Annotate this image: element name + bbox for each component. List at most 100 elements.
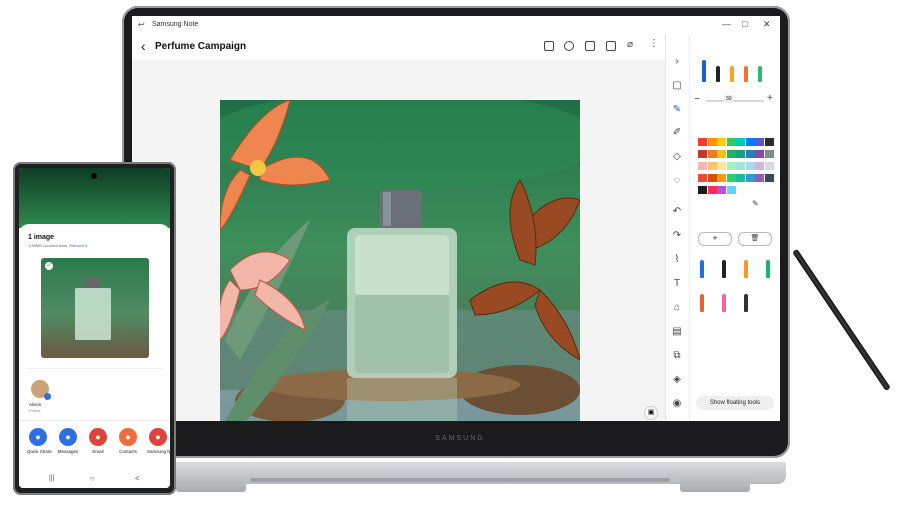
eyedropper-icon[interactable]: ✎ [752, 199, 759, 208]
color-swatch[interactable] [755, 138, 764, 146]
share-app-item[interactable]: ● Messages [57, 428, 79, 454]
color-swatch[interactable] [726, 186, 736, 194]
color-swatch[interactable] [736, 174, 745, 182]
preset-pen[interactable] [722, 294, 726, 312]
nav-home-icon[interactable]: ○ [90, 474, 95, 483]
page-settings-icon[interactable]: ▣ [644, 406, 658, 420]
color-swatch[interactable] [717, 162, 726, 170]
color-swatch[interactable] [717, 150, 726, 158]
color-swatch[interactable] [726, 162, 736, 170]
color-swatch[interactable] [726, 138, 736, 146]
color-swatch[interactable] [745, 162, 755, 170]
save-icon[interactable] [606, 41, 616, 51]
maximize-button[interactable]: □ [742, 19, 747, 29]
preset-pen[interactable] [744, 260, 748, 278]
delete-preset-button[interactable]: 🗑 [738, 232, 772, 246]
pen-tool-icon[interactable]: ✎ [671, 104, 683, 116]
back-arrow-icon[interactable]: ‹ [141, 38, 146, 54]
color-swatch[interactable] [707, 150, 717, 158]
color-swatch[interactable] [745, 138, 755, 146]
eraser-icon[interactable]: ◇ [671, 151, 683, 163]
nav-back-icon[interactable]: < [135, 474, 140, 483]
text-icon[interactable]: T [671, 278, 683, 290]
color-swatch[interactable] [717, 186, 726, 194]
color-swatch[interactable] [698, 150, 707, 158]
color-swatch[interactable] [736, 150, 745, 158]
preset-pens [698, 260, 776, 350]
undo-icon[interactable]: ↶ [671, 206, 683, 218]
close-button[interactable]: ✕ [763, 19, 771, 30]
show-floating-tools-button[interactable]: Show floating tools [696, 396, 774, 410]
highlighter-icon[interactable]: ✐ [671, 127, 683, 139]
color-palette[interactable] [698, 138, 774, 208]
color-swatch[interactable] [726, 174, 736, 182]
color-swatch[interactable] [764, 138, 774, 146]
color-swatch[interactable] [698, 174, 707, 182]
book-view-icon[interactable] [544, 41, 554, 51]
color-swatch[interactable] [736, 162, 745, 170]
color-swatch[interactable] [755, 150, 764, 158]
attach-icon[interactable]: ⌀ [627, 39, 633, 50]
collapse-panel-icon[interactable]: › [671, 56, 683, 68]
color-swatch[interactable] [717, 174, 726, 182]
tag-icon[interactable]: ◈ [671, 374, 683, 386]
note-canvas[interactable]: ▣ [132, 60, 665, 421]
pages-icon[interactable]: ▤ [671, 326, 683, 338]
shapes-icon[interactable]: ⌂ [671, 302, 683, 314]
layers-icon[interactable]: ⧉ [671, 350, 683, 362]
lasso-icon[interactable]: ◌ [671, 175, 683, 187]
phone-screen: 1 image 1.58MB Location data, Remove it … [19, 168, 170, 488]
color-swatch[interactable] [717, 138, 726, 146]
laptop-screen: ↩ Samsung Note — □ ✕ ‹ Perfume Campaign … [132, 16, 780, 421]
color-swatch[interactable] [698, 162, 707, 170]
more-options-icon[interactable]: ⋮ [649, 38, 659, 49]
s-pen-stylus [792, 248, 891, 392]
nav-recents-icon[interactable]: ||| [49, 475, 54, 482]
pen-type-fountain[interactable] [702, 60, 706, 82]
messages-icon: ● [59, 428, 77, 446]
ai-assist-icon[interactable] [564, 41, 574, 51]
size-slider[interactable] [706, 100, 764, 102]
record-icon[interactable]: ◉ [671, 398, 683, 410]
preset-pen[interactable] [722, 260, 726, 278]
color-swatch[interactable] [698, 138, 707, 146]
preset-pen[interactable] [700, 260, 704, 278]
color-swatch[interactable] [755, 162, 764, 170]
color-swatch[interactable] [726, 150, 736, 158]
color-swatch[interactable] [736, 138, 745, 146]
app-logo-icon: ↩ [138, 20, 145, 29]
color-swatch[interactable] [764, 162, 774, 170]
color-swatch[interactable] [755, 174, 764, 182]
preset-pen[interactable] [744, 294, 748, 312]
size-increase-icon[interactable]: + [767, 93, 773, 104]
share-app-item[interactable]: ● Email [87, 428, 109, 454]
preset-pen[interactable] [700, 294, 704, 312]
share-app-item[interactable]: ● Quick Share [27, 428, 52, 454]
image-insert-icon[interactable]: ▢ [671, 80, 683, 92]
pen-type-pencil[interactable] [730, 66, 734, 82]
pen-type-pen[interactable] [716, 66, 720, 82]
layout-icon[interactable] [585, 41, 595, 51]
pen-type-brush[interactable] [744, 66, 748, 82]
size-value: 30 [724, 95, 734, 103]
color-swatch[interactable] [707, 186, 717, 194]
color-swatch[interactable] [745, 150, 755, 158]
minimize-button[interactable]: — [722, 19, 731, 29]
color-swatch[interactable] [707, 138, 717, 146]
preset-pen[interactable] [766, 260, 770, 278]
laptop-vent [250, 478, 670, 482]
color-swatch[interactable] [698, 186, 707, 194]
pen-type-row [698, 60, 776, 82]
color-swatch[interactable] [764, 174, 774, 182]
color-swatch[interactable] [764, 150, 774, 158]
add-preset-button[interactable]: + [698, 232, 732, 246]
brush-icon[interactable]: ⌇ [671, 254, 683, 266]
redo-icon[interactable]: ↷ [671, 230, 683, 242]
share-app-item[interactable]: ● Samsung Notes [147, 428, 170, 454]
pen-type-marker[interactable] [758, 66, 762, 82]
color-swatch[interactable] [707, 174, 717, 182]
color-swatch[interactable] [707, 162, 717, 170]
share-app-item[interactable]: ● Contacts [117, 428, 139, 454]
color-swatch[interactable] [745, 174, 755, 182]
size-decrease-icon[interactable]: − [694, 94, 700, 105]
